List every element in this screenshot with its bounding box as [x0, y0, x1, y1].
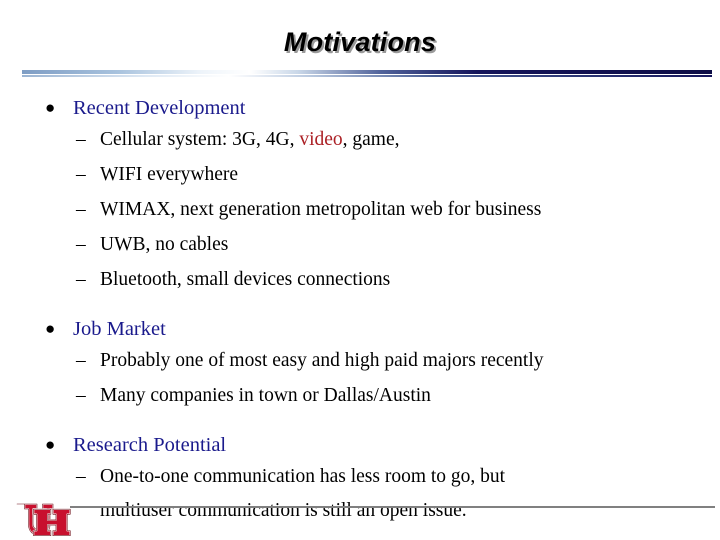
bullet-level2-cellular-system: – Cellular system: 3G, 4G, video, game, — [0, 122, 720, 157]
bullet-dash-icon: – — [76, 234, 86, 255]
bullet-level1-label: Recent Development — [73, 97, 246, 119]
bullet-level1-job-market: ● Job Market — [0, 315, 720, 343]
bullet-dash-icon: – — [76, 199, 86, 220]
bullet-dash-icon: – — [76, 466, 86, 487]
bullet-level2-high-paid-majors: – Probably one of most easy and high pai… — [0, 343, 720, 378]
bullet-level2-many-companies: – Many companies in town or Dallas/Austi… — [0, 378, 720, 413]
title-block: Motivations — [0, 27, 720, 58]
bullet-dash-icon: – — [76, 269, 86, 290]
bullet-level2-uwb: – UWB, no cables — [0, 227, 720, 262]
bullet-level2-one-to-one-communication: – One-to-one communication has less room… — [0, 459, 720, 527]
bullet-level2-text: Bluetooth, small devices connections — [100, 269, 391, 290]
bullet-level2-text: WIMAX, next generation metropolitan web … — [100, 199, 542, 220]
bullet-level2-text-accent: video — [299, 129, 343, 150]
bullet-dash-icon: – — [76, 164, 86, 185]
bullet-level2-wimax: – WIMAX, next generation metropolitan we… — [0, 192, 720, 227]
bullet-level2-text: UWB, no cables — [100, 234, 229, 255]
bullet-level1-recent-development: ● Recent Development — [0, 94, 720, 122]
footer-divider — [70, 506, 715, 508]
bullet-level2-text: Probably one of most easy and high paid … — [100, 350, 544, 371]
bullet-level1-label: Job Market — [73, 318, 166, 340]
bullet-level2-text: WIFI everywhere — [100, 164, 239, 185]
bullet-dash-icon: – — [76, 129, 86, 150]
divider-thin-rule — [22, 75, 712, 77]
bullet-disc-icon: ● — [45, 319, 56, 338]
bullet-dash-icon: – — [76, 350, 86, 371]
bullet-level2-text-continued: multiuser communication is still an open… — [100, 500, 467, 521]
bullet-level1-label: Research Potential — [73, 434, 227, 456]
page-title: Motivations — [283, 27, 437, 57]
bullet-disc-icon: ● — [45, 98, 56, 117]
bullet-level2-text: Many companies in town or Dallas/Austin — [100, 385, 431, 406]
bullet-level2-text: One-to-one communication has less room t… — [100, 466, 506, 487]
bullet-level2-text-post: , game, — [342, 129, 400, 150]
bullet-level2-wifi: – WIFI everywhere — [0, 157, 720, 192]
bullet-disc-icon: ● — [45, 435, 56, 454]
university-of-houston-uh-logo-icon — [15, 501, 71, 537]
presentation-slide: Motivations ● Recent Development – Cellu… — [0, 0, 720, 540]
slide-body: ● Recent Development – Cellular system: … — [0, 88, 720, 527]
title-divider — [22, 70, 712, 78]
bullet-dash-icon: – — [76, 385, 86, 406]
bullet-level2-text-pre: Cellular system: 3G, 4G, — [100, 129, 300, 150]
bullet-level2-bluetooth: – Bluetooth, small devices connections — [0, 262, 720, 297]
bullet-level1-research-potential: ● Research Potential — [0, 431, 720, 459]
